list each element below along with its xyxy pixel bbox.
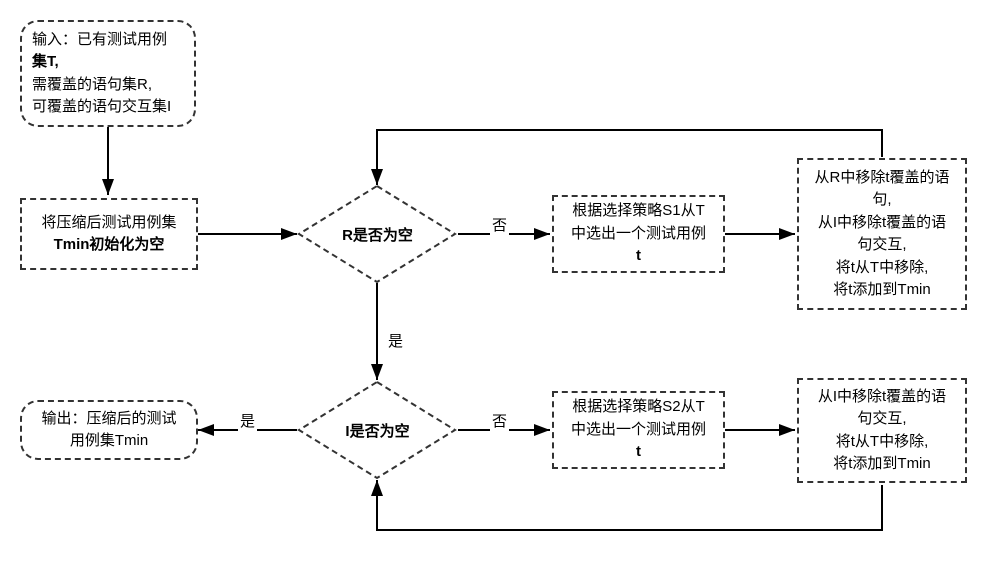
t: t bbox=[636, 441, 641, 464]
t: 根据选择策略S2从T bbox=[572, 396, 705, 419]
t: R是否为空 bbox=[297, 184, 458, 284]
t: 从I中移除t覆盖的语 bbox=[818, 386, 946, 409]
t: 将t添加到Tmin bbox=[833, 453, 931, 476]
t: 输入：已有测试用例 bbox=[32, 31, 167, 48]
t: 中选出一个测试用例 bbox=[571, 419, 706, 442]
flowchart: 输入：已有测试用例 集T, 需覆盖的语句集R, 可覆盖的语句交互集I 将压缩后测… bbox=[0, 0, 1000, 576]
t: 从R中移除t覆盖的语 bbox=[814, 167, 949, 190]
t: 句交互, bbox=[857, 234, 906, 257]
t: 输出：压缩后的测试 bbox=[41, 408, 176, 431]
input-terminal: 输入：已有测试用例 集T, 需覆盖的语句集R, 可覆盖的语句交互集I bbox=[20, 20, 196, 127]
t: 根据选择策略S1从T bbox=[572, 200, 705, 223]
edge-label-yes: 是 bbox=[386, 330, 405, 351]
edge-label-no: 否 bbox=[490, 410, 509, 431]
t: t bbox=[636, 245, 641, 268]
select-s1-process: 根据选择策略S1从T 中选出一个测试用例 t bbox=[552, 195, 725, 273]
t: 将t从T中移除, bbox=[836, 257, 929, 280]
t: I是否为空 bbox=[297, 380, 458, 480]
update-sets-process-1: 从R中移除t覆盖的语 句, 从I中移除t覆盖的语 句交互, 将t从T中移除, 将… bbox=[797, 158, 967, 310]
t: 用例集Tmin bbox=[70, 430, 148, 453]
t: 句, bbox=[872, 189, 891, 212]
t: 将t添加到Tmin bbox=[833, 279, 931, 302]
t: 从I中移除t覆盖的语 bbox=[818, 212, 946, 235]
update-sets-process-2: 从I中移除t覆盖的语 句交互, 将t从T中移除, 将t添加到Tmin bbox=[797, 378, 967, 483]
t: 可覆盖的语句交互集I bbox=[32, 96, 171, 119]
decision-r-empty: R是否为空 bbox=[297, 184, 458, 284]
t: 将t从T中移除, bbox=[836, 431, 929, 454]
select-s2-process: 根据选择策略S2从T 中选出一个测试用例 t bbox=[552, 391, 725, 469]
t: 中选出一个测试用例 bbox=[571, 223, 706, 246]
t: Tmin初始化为空 bbox=[54, 234, 165, 257]
t: 将压缩后测试用例集 bbox=[41, 212, 176, 235]
edge-label-no: 否 bbox=[490, 214, 509, 235]
decision-i-empty: I是否为空 bbox=[297, 380, 458, 480]
t: 集T, bbox=[32, 51, 59, 74]
init-process: 将压缩后测试用例集 Tmin初始化为空 bbox=[20, 198, 198, 270]
output-terminal: 输出：压缩后的测试 用例集Tmin bbox=[20, 400, 198, 460]
t: 句交互, bbox=[857, 408, 906, 431]
edge-label-yes: 是 bbox=[238, 410, 257, 431]
t: 需覆盖的语句集R, bbox=[32, 74, 152, 97]
